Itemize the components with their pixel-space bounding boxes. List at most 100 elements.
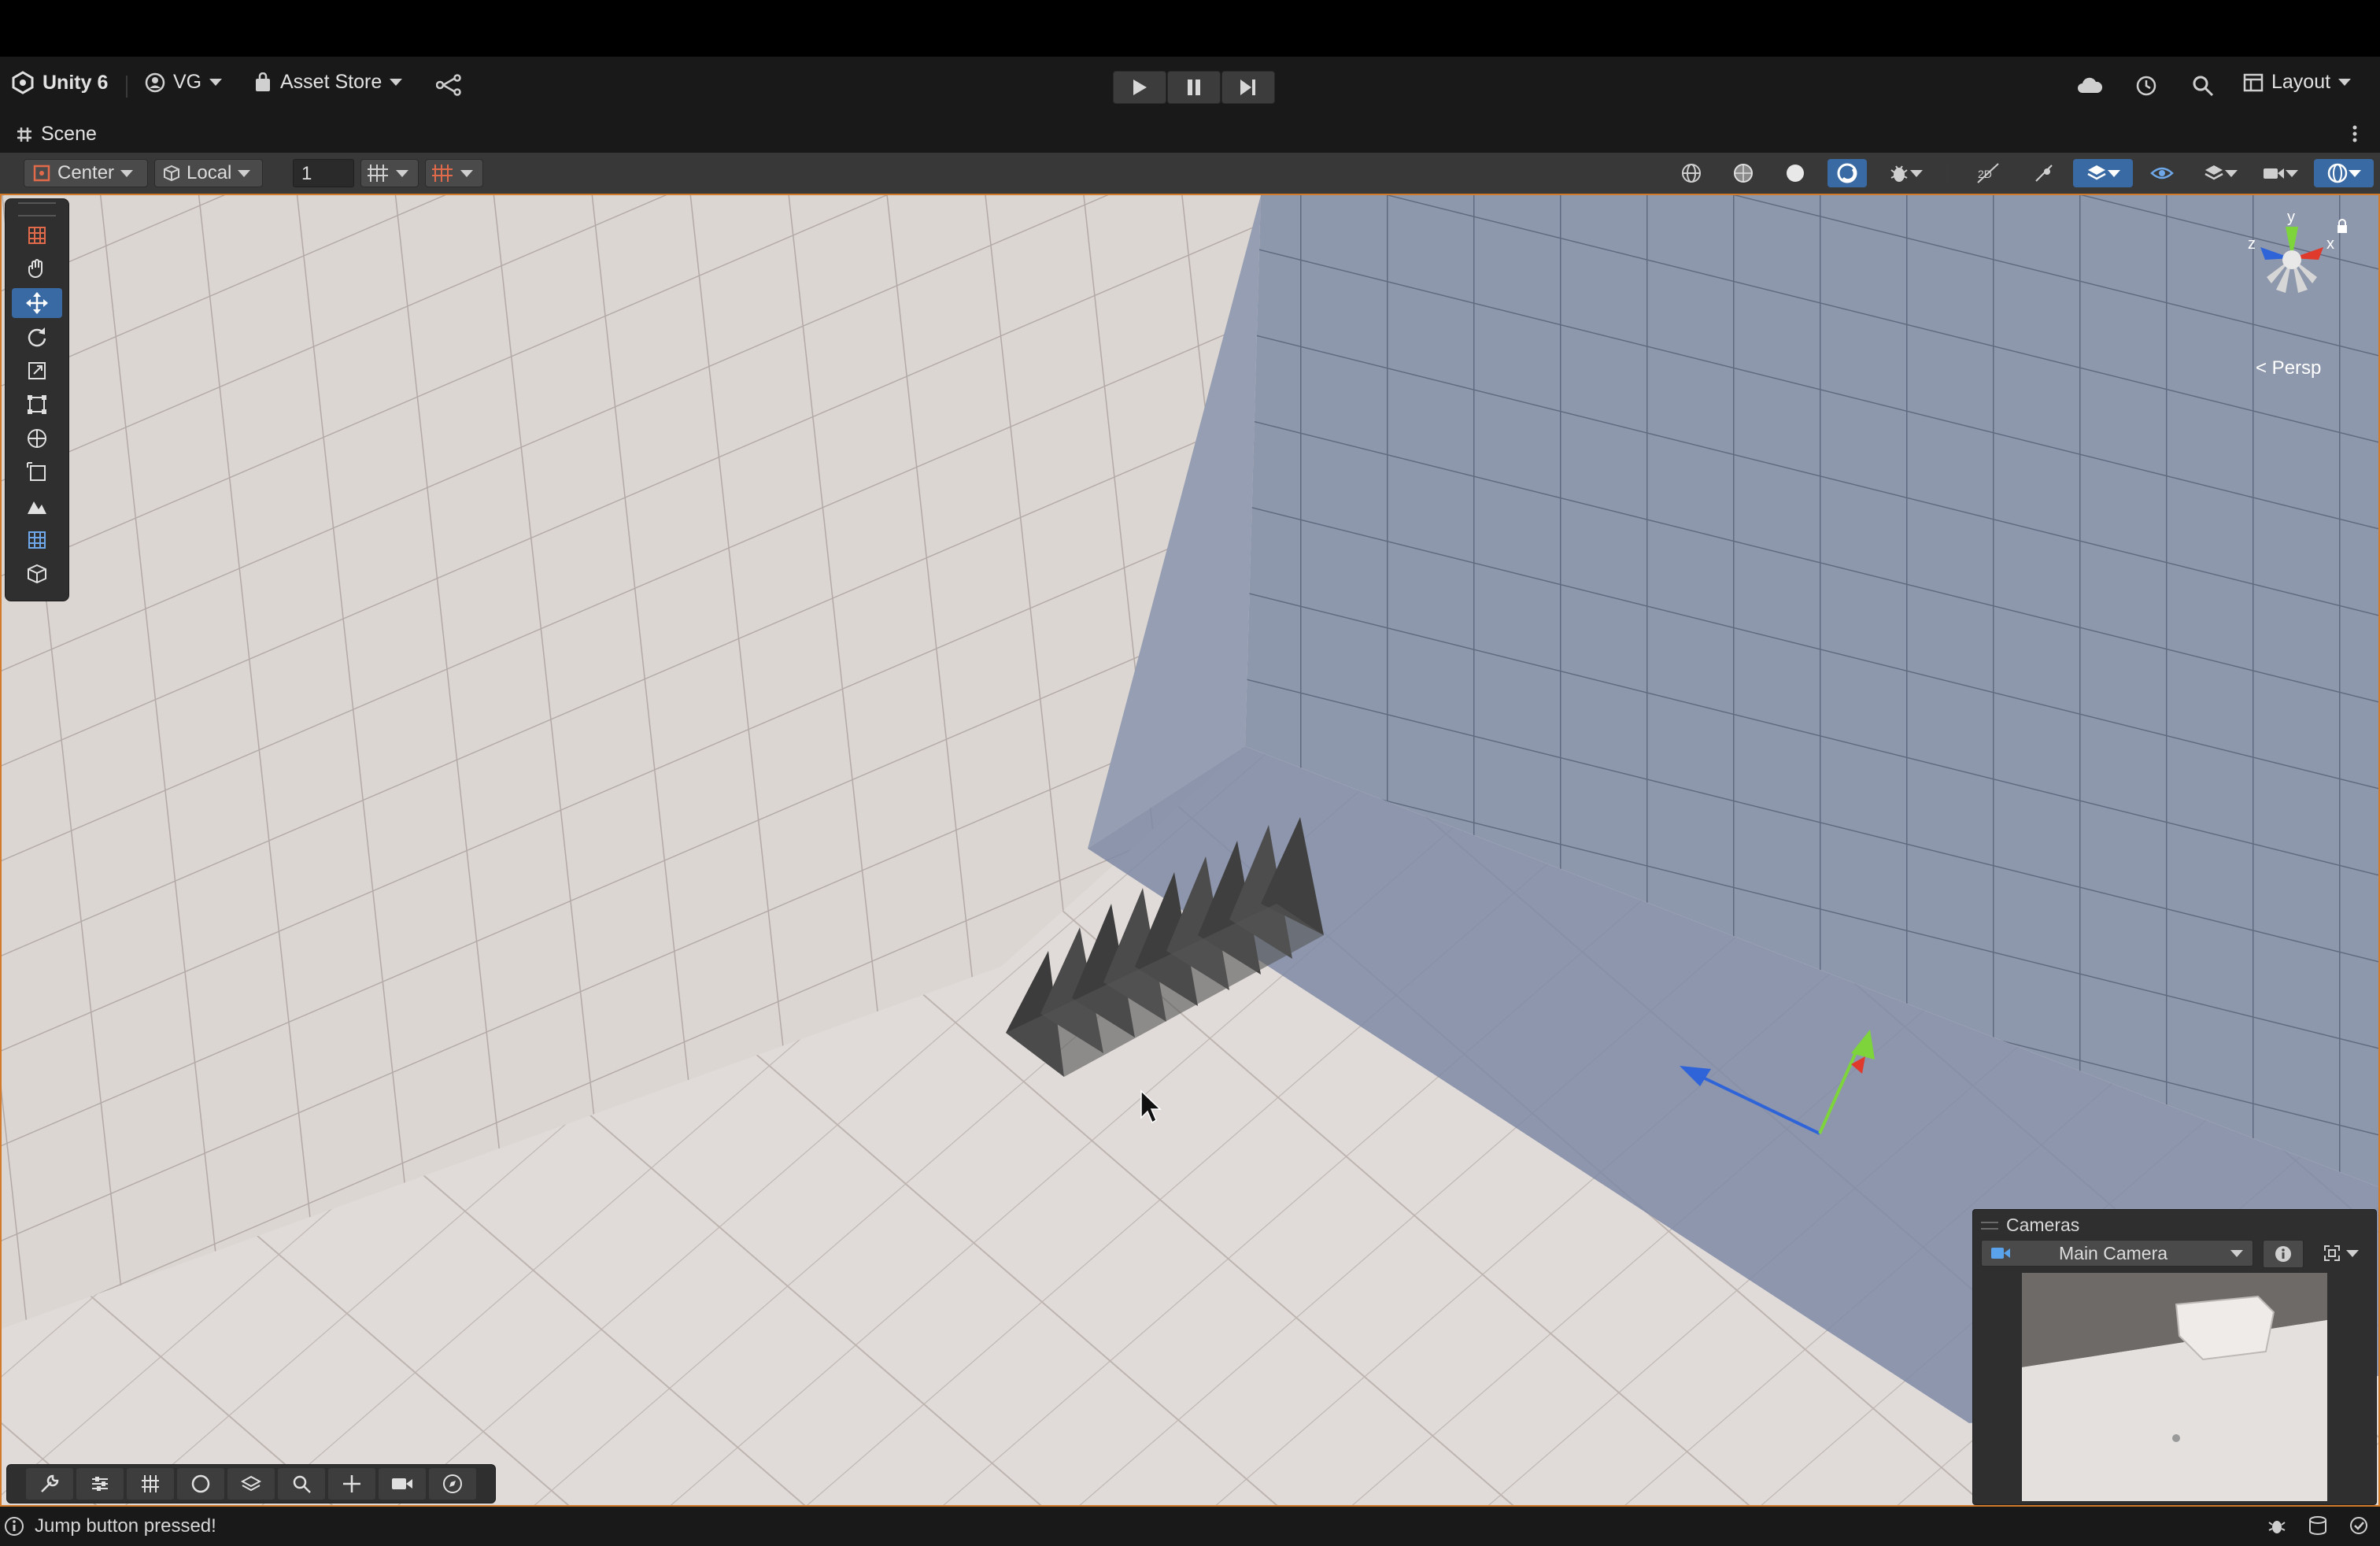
grid-snap-increment-input[interactable]: 1 [293, 159, 354, 187]
gizmo-globe-icon [2327, 163, 2348, 183]
shaded-sphere-icon [1787, 165, 1804, 182]
tools-settings-button[interactable] [26, 1468, 73, 1500]
pivot-overlay-button[interactable] [328, 1468, 375, 1500]
chevron-down-icon [2108, 169, 2120, 177]
terrain-tool-button[interactable] [12, 491, 62, 521]
chevron-down-icon [2349, 169, 2361, 177]
chevron-down-icon [460, 169, 473, 177]
projection-label[interactable]: < Persp [2256, 357, 2321, 379]
scale-tool-button[interactable] [12, 356, 62, 386]
tab-menu-button[interactable] [2350, 123, 2360, 149]
cloud-button[interactable] [2076, 76, 2103, 100]
tab-scene[interactable]: Scene [16, 123, 97, 146]
lighting-toggle-button[interactable] [2024, 159, 2064, 187]
hash-icon [17, 127, 31, 142]
terrain-icon [28, 501, 46, 514]
lock-icon[interactable] [2336, 219, 2349, 239]
render-mode-button[interactable] [177, 1468, 224, 1500]
transform-tool-button[interactable] [12, 423, 62, 453]
camera-overlay-button[interactable] [379, 1468, 426, 1500]
branch-icon [435, 74, 461, 96]
axis-y-label: y [2287, 211, 2295, 226]
svg-text:2D: 2D [1978, 168, 1992, 180]
axis-z-label: z [2248, 235, 2256, 253]
chevron-down-icon [2346, 1249, 2359, 1257]
account-label: VG [173, 71, 202, 93]
bug-icon [1890, 165, 1908, 182]
camera-select-dropdown[interactable]: Main Camera [1981, 1240, 2253, 1267]
status-message[interactable]: Jump button pressed! [35, 1515, 216, 1537]
draw-mode-shaded-wireframe-button[interactable] [1724, 159, 1763, 187]
rotate-tool-button[interactable] [12, 322, 62, 352]
history-button[interactable] [2134, 74, 2158, 102]
chevron-down-icon [2230, 1249, 2243, 1257]
camera-preview [2022, 1273, 2327, 1501]
unity-logo-icon [12, 71, 34, 94]
unity-menu[interactable]: Unity 6 [11, 71, 108, 94]
orientation-gizmo[interactable]: y x z < Persp [2237, 209, 2347, 379]
video-camera-icon [392, 1478, 412, 1489]
check-circle-icon[interactable] [2349, 1515, 2369, 1537]
light-icon [2035, 165, 2053, 182]
pivot-mode-dropdown[interactable]: Center [24, 159, 148, 187]
grid-snapping-toggle[interactable] [360, 159, 419, 187]
move-icon [26, 292, 48, 314]
asset-store-dropdown[interactable]: Asset Store [253, 71, 403, 94]
custom-tool-button[interactable] [12, 457, 62, 487]
divider [1947, 162, 1949, 184]
cube-icon [28, 564, 46, 584]
unlit-sphere-icon [191, 1474, 210, 1493]
overlay-grip[interactable] [18, 202, 56, 216]
account-dropdown[interactable]: VG [145, 71, 223, 94]
incremental-snap-toggle[interactable] [425, 159, 483, 187]
step-button[interactable] [1221, 71, 1275, 104]
search-overlay-button[interactable] [278, 1468, 325, 1500]
cache-server-icon[interactable] [2308, 1515, 2328, 1537]
grid-paint-tool-button[interactable] [12, 525, 62, 555]
grid-snap-icon [368, 165, 388, 182]
version-control-button[interactable] [435, 74, 461, 100]
asset-store-label: Asset Store [280, 71, 382, 93]
probuilder-tool-button[interactable] [12, 559, 62, 589]
settings-sliders-button[interactable] [76, 1468, 124, 1500]
bug-icon[interactable] [2267, 1515, 2287, 1537]
move-tool-button[interactable] [12, 288, 62, 318]
pause-button[interactable] [1167, 71, 1221, 104]
layout-dropdown[interactable]: Layout [2243, 71, 2352, 94]
debug-draw-dropdown[interactable] [1878, 159, 1933, 187]
layers-dropdown[interactable] [2193, 159, 2248, 187]
camera-view-dropdown[interactable] [2312, 1240, 2370, 1267]
overlay-grip[interactable] [1981, 1221, 1998, 1230]
2d-toggle-button[interactable]: 2D [1969, 159, 2009, 187]
hand-icon [28, 259, 42, 278]
camera-settings-dropdown[interactable] [2252, 159, 2308, 187]
rect-tool-button[interactable] [12, 390, 62, 420]
scene-visibility-button[interactable] [2142, 159, 2182, 187]
play-button[interactable] [1113, 71, 1166, 104]
draw-mode-wireframe-button[interactable] [1672, 159, 1711, 187]
grid-tool-button[interactable] [12, 220, 62, 250]
account-icon [145, 72, 165, 92]
navigation-overlay-button[interactable] [429, 1468, 476, 1500]
effects-dropdown[interactable] [2073, 159, 2133, 187]
status-bar: Jump button pressed! [0, 1507, 2380, 1546]
rect-transform-icon [28, 395, 46, 414]
draw-mode-unlit-button[interactable] [1828, 159, 1867, 187]
pivot-rotation-dropdown[interactable]: Local [154, 159, 263, 187]
tile-grid-icon [28, 531, 46, 549]
compass-icon [443, 1474, 462, 1493]
layers-overlay-button[interactable] [227, 1468, 275, 1500]
gizmos-dropdown[interactable] [2314, 159, 2374, 187]
info-icon [2275, 1246, 2291, 1262]
hand-tool-button[interactable] [12, 254, 62, 284]
draw-mode-shaded-button[interactable] [1776, 159, 1815, 187]
tab-bar: Scene [0, 117, 2380, 153]
camera-info-button[interactable] [2263, 1240, 2304, 1268]
chevron-down-icon [2225, 169, 2238, 177]
grid-visibility-button[interactable] [127, 1468, 174, 1500]
window-top-bar [0, 0, 2380, 57]
video-camera-icon [2264, 168, 2284, 179]
unlit-sphere-icon [1837, 163, 1857, 183]
tab-label: Scene [41, 123, 97, 145]
search-button[interactable] [2191, 74, 2215, 102]
